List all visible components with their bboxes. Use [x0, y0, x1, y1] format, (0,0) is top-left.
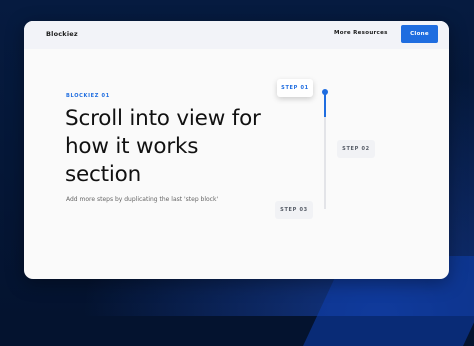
step-01[interactable]: STEP 01: [277, 79, 313, 97]
more-resources-link[interactable]: More Resources: [334, 30, 388, 36]
progress-indicator: [322, 89, 328, 95]
page-title: Scroll into view for how it works sectio…: [65, 105, 265, 189]
progress-track: [324, 91, 326, 209]
navbar: Blockiez More Resources Clone: [24, 21, 449, 49]
brand-logo[interactable]: Blockiez: [46, 30, 78, 38]
step-03[interactable]: STEP 03: [275, 201, 313, 219]
section-eyebrow: BLOCKIEZ 01: [66, 93, 110, 99]
clone-button[interactable]: Clone: [401, 25, 438, 43]
browser-window: Blockiez More Resources Clone BLOCKIEZ 0…: [24, 21, 449, 279]
step-02[interactable]: STEP 02: [337, 140, 375, 158]
section-subtext: Add more steps by duplicating the last '…: [66, 196, 218, 203]
